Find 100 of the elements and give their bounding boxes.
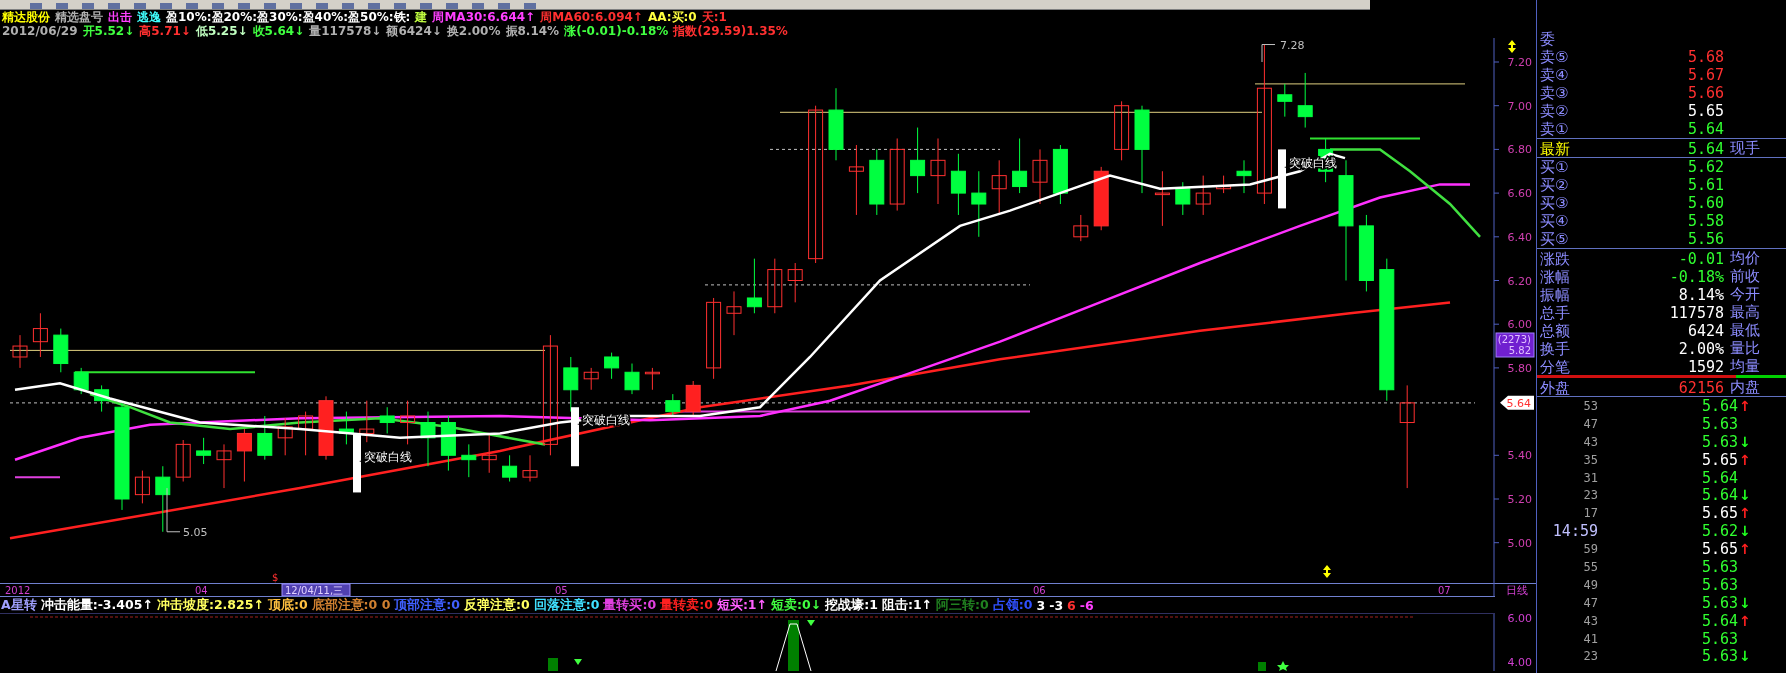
toolbar-icon[interactable] bbox=[342, 3, 354, 9]
price-axis-label: 7.00 bbox=[1507, 99, 1532, 113]
tick-arrow: ↓ bbox=[1738, 487, 1752, 504]
indicator-value: 顶底:0 bbox=[267, 596, 308, 614]
stat-label: 总额 bbox=[1540, 321, 1571, 340]
tick-price: 5.63 bbox=[1700, 575, 1738, 594]
candle bbox=[318, 395, 334, 461]
candle bbox=[1236, 159, 1252, 194]
tick-price: 5.64 bbox=[1700, 397, 1738, 415]
tick-arrow: ↓ bbox=[1738, 523, 1752, 540]
arrows-icon bbox=[1508, 40, 1516, 53]
toolbar-icon[interactable] bbox=[160, 3, 172, 9]
candle bbox=[12, 334, 28, 369]
field-label: 最高 bbox=[1729, 303, 1761, 322]
order-label: 卖③ bbox=[1540, 84, 1570, 102]
tick-time: 23 bbox=[1582, 488, 1598, 503]
header-text: 周MA60:6.094↑ bbox=[540, 10, 643, 24]
field-label: 均量 bbox=[1729, 357, 1761, 376]
toolbar-icon[interactable] bbox=[108, 3, 120, 9]
tick-arrow: ↑ bbox=[1738, 398, 1752, 414]
header-text: 盈10%:盈20%:盈30%:盈40%:盈50%:铁: bbox=[166, 10, 411, 24]
tick-time: 43 bbox=[1582, 613, 1598, 628]
panel-title: 委 bbox=[1540, 30, 1556, 48]
candle bbox=[950, 153, 966, 216]
tick-time: 17 bbox=[1582, 506, 1598, 521]
down-arrow-icon bbox=[574, 659, 582, 665]
candle bbox=[746, 258, 762, 314]
price-axis-label: 7.20 bbox=[1507, 56, 1532, 69]
toolbar-icon[interactable] bbox=[82, 3, 94, 9]
level-line bbox=[14, 476, 61, 479]
indicator-value: 量转卖:0 bbox=[660, 596, 713, 614]
toolbar-icon[interactable] bbox=[264, 3, 276, 9]
candle bbox=[53, 328, 69, 373]
indicator-bar bbox=[788, 620, 799, 671]
header-text: 周MA30:6.644↑ bbox=[432, 10, 536, 24]
signal-bar bbox=[571, 407, 579, 467]
candle bbox=[1114, 100, 1130, 161]
toolbar-icon[interactable] bbox=[368, 3, 380, 9]
tick-arrow: ↑ bbox=[1738, 505, 1752, 522]
toolbar-icon[interactable] bbox=[420, 3, 432, 9]
candle bbox=[420, 411, 436, 467]
indicator-value: 短买:1↑ bbox=[716, 596, 768, 614]
toolbar-icon[interactable] bbox=[316, 3, 328, 9]
candle bbox=[848, 144, 864, 216]
order-label: 买③ bbox=[1540, 194, 1570, 212]
toolbar-icon[interactable] bbox=[290, 3, 302, 9]
toolbar-icon[interactable] bbox=[394, 3, 406, 9]
stat-value: 2.00% bbox=[1678, 339, 1724, 358]
date-axis-label: 06 bbox=[1033, 585, 1046, 596]
indicator-value: 冲击坡度:2.825↑ bbox=[156, 596, 264, 614]
toolbar-icon[interactable] bbox=[472, 3, 484, 9]
tick-price: 5.63 bbox=[1700, 647, 1738, 666]
price-axis-label: 5.00 bbox=[1507, 536, 1532, 550]
order-price: 5.62 bbox=[1687, 158, 1724, 176]
candle bbox=[910, 127, 926, 194]
candle bbox=[298, 411, 314, 456]
tick-time: 55 bbox=[1582, 560, 1598, 574]
indicator-bar bbox=[1258, 662, 1266, 671]
toolbar-icon[interactable] bbox=[56, 3, 68, 9]
candle bbox=[787, 262, 803, 303]
indicator-value: 量转买:0 bbox=[603, 596, 657, 614]
stat-label: 分笔 bbox=[1540, 357, 1571, 376]
toolbar-icon[interactable] bbox=[238, 3, 250, 9]
tick-time: 47 bbox=[1582, 595, 1598, 610]
toolbar-icon[interactable] bbox=[30, 3, 42, 9]
toolbar-icon[interactable] bbox=[524, 3, 536, 9]
candle bbox=[216, 443, 232, 489]
candle bbox=[440, 415, 456, 472]
order-label: 买④ bbox=[1540, 212, 1570, 230]
field-label: 均价 bbox=[1729, 249, 1761, 268]
arrows-icon bbox=[1323, 565, 1331, 578]
indicator-value: 阻击:1↑ bbox=[881, 596, 933, 614]
candle bbox=[1277, 83, 1293, 118]
period-label[interactable]: 日线 bbox=[1506, 584, 1528, 596]
indicator-name[interactable]: A星转 bbox=[1, 596, 37, 614]
tick-price: 5.64 bbox=[1700, 611, 1738, 630]
stat-value: -0.01 bbox=[1678, 249, 1724, 268]
candle bbox=[134, 470, 150, 504]
indicator-value: 3 bbox=[1036, 597, 1046, 613]
toolbar-icon[interactable] bbox=[212, 3, 224, 9]
candle bbox=[1073, 214, 1089, 242]
indicator-value: 冲击能量:-3.405↑ bbox=[40, 596, 153, 614]
toolbar-icon[interactable] bbox=[134, 3, 146, 9]
candle bbox=[624, 363, 640, 395]
toolbar-icon[interactable] bbox=[186, 3, 198, 9]
candle bbox=[644, 367, 660, 391]
field-label: 今开 bbox=[1729, 285, 1761, 304]
stat-value: 117578 bbox=[1669, 303, 1724, 322]
order-label: 卖① bbox=[1540, 120, 1570, 138]
price-axis-label: 6.00 bbox=[1507, 318, 1532, 332]
toolbar-icon[interactable] bbox=[446, 3, 458, 9]
toolbar-icon[interactable] bbox=[498, 3, 510, 9]
candle bbox=[277, 417, 293, 456]
tick-arrow: ↓ bbox=[1738, 648, 1752, 665]
candle bbox=[175, 439, 191, 482]
header-text: 建 bbox=[415, 10, 428, 24]
candle bbox=[726, 290, 742, 336]
header-text: 天:1 bbox=[701, 10, 727, 24]
quote-text: 指数(29.59)1.35% bbox=[673, 24, 788, 38]
quote-text: 收5.64↓ bbox=[252, 24, 305, 38]
